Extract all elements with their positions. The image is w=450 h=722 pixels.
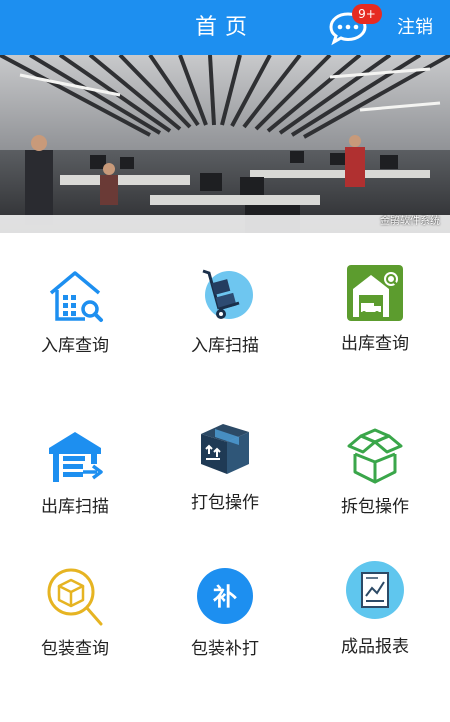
menu-item-label: 拆包操作: [341, 497, 409, 517]
notification-badge: 9+: [352, 4, 382, 24]
menu-item-label: 出库查询: [341, 334, 409, 354]
package-box-icon: [201, 424, 249, 474]
banner-caption: 金鹃软件系统: [380, 216, 440, 227]
page-title: 首页: [194, 15, 255, 40]
messages-button[interactable]: 9+: [328, 4, 382, 46]
report-chart-icon: [346, 561, 404, 619]
menu-item-inbound-query[interactable]: 入库查询: [0, 233, 150, 383]
reprint-icon: 补: [197, 568, 253, 624]
menu-grid: 入库查询 入库扫描 出库查询 出库扫描 打包操作 拆包操作 包装查询 补 包装补…: [0, 233, 450, 722]
warehouse-search-icon: [49, 271, 103, 322]
menu-item-product-report[interactable]: 成品报表: [300, 558, 450, 708]
menu-item-unpacking[interactable]: 拆包操作: [300, 396, 450, 546]
menu-item-package-query[interactable]: 包装查询: [0, 558, 150, 708]
garage-search-icon: [347, 265, 403, 321]
logout-button[interactable]: 注销: [397, 0, 433, 55]
menu-item-label: 包装补打: [191, 639, 259, 659]
menu-item-label: 入库扫描: [191, 336, 259, 356]
menu-item-outbound-query[interactable]: 出库查询: [300, 233, 450, 383]
menu-item-package-reprint[interactable]: 补 包装补打: [150, 558, 300, 708]
app-header: 首页 9+ 注销: [0, 0, 450, 55]
menu-item-label: 出库扫描: [41, 497, 109, 517]
banner-image: 金鹃软件系统: [0, 55, 450, 233]
menu-item-label: 成品报表: [341, 637, 409, 657]
menu-item-label: 包装查询: [41, 639, 109, 659]
menu-item-packing[interactable]: 打包操作: [150, 396, 300, 546]
hand-truck-icon: [202, 269, 253, 319]
box-search-icon: [47, 568, 103, 626]
office-photo: [0, 55, 450, 233]
menu-item-inbound-scan[interactable]: 入库扫描: [150, 233, 300, 383]
menu-item-label: 打包操作: [191, 493, 259, 513]
menu-item-label: 入库查询: [41, 336, 109, 356]
open-boxes-icon: [347, 428, 403, 484]
svg-text:补: 补: [213, 583, 237, 611]
menu-item-outbound-scan[interactable]: 出库扫描: [0, 396, 150, 546]
warehouse-exit-icon: [49, 432, 103, 482]
